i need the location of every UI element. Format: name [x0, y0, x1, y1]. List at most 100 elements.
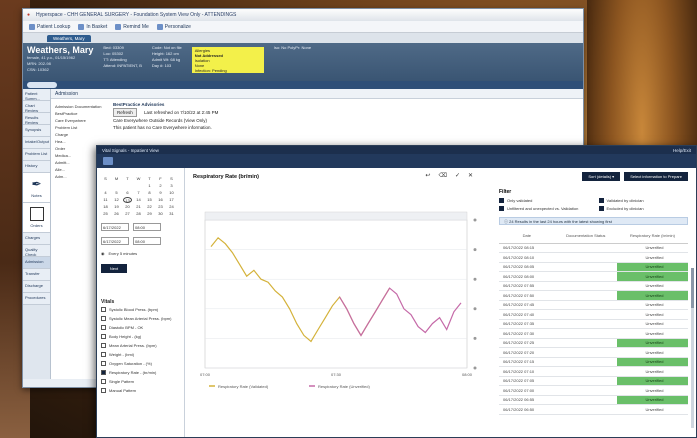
- filter-option[interactable]: Excluded by clinician: [598, 206, 689, 211]
- calendar-day[interactable]: 15: [145, 197, 154, 203]
- calendar-day[interactable]: 12: [112, 197, 121, 203]
- vital-option[interactable]: Systolic Blood Press. (bpm): [101, 305, 180, 314]
- calendar-day[interactable]: 7: [134, 190, 143, 196]
- calendar-day[interactable]: 16: [156, 197, 165, 203]
- personalize-button[interactable]: Personalize: [156, 23, 191, 30]
- admission-nav-item[interactable]: Hea...: [55, 138, 111, 145]
- admission-nav-item[interactable]: Admission Documentation: [55, 103, 111, 110]
- sidebar-item-procedures[interactable]: Procedures: [23, 293, 50, 305]
- table-row[interactable]: 06/17/2022 08:15 Unverified: [499, 243, 688, 253]
- table-row[interactable]: 06/17/2022 07:30 Unverified: [499, 328, 688, 339]
- admission-nav-item[interactable]: Care Everywhere: [55, 117, 111, 124]
- sidebar-item-orders[interactable]: Orders: [23, 203, 50, 233]
- date-calendar[interactable]: S M T W T F S 1 2 3 4 5 6 7 8 9 10 11 12 13 14 15 16 17 18 19 20 21…: [101, 176, 180, 217]
- calendar-day[interactable]: 18: [101, 204, 110, 210]
- clear-icon[interactable]: ⌫: [438, 172, 446, 179]
- sidebar-item-transfer[interactable]: Transfer: [23, 269, 50, 281]
- sort-button[interactable]: Sort (details) ▾: [582, 172, 621, 181]
- vital-option[interactable]: Manual Pattern: [101, 386, 180, 395]
- undo-icon[interactable]: ↩: [425, 172, 430, 179]
- table-row[interactable]: 06/17/2022 06:50 Unverified: [499, 404, 688, 415]
- calendar-day[interactable]: 9: [156, 190, 165, 196]
- vital-option[interactable]: Diastolic BPM - OK: [101, 323, 180, 332]
- check-icon[interactable]: ✓: [455, 172, 460, 179]
- table-row[interactable]: 06/17/2022 07:00 Unverified: [499, 385, 688, 396]
- calendar-day[interactable]: 24: [167, 204, 176, 210]
- table-row[interactable]: 06/17/2022 07:20 Unverified: [499, 347, 688, 358]
- calendar-day[interactable]: 28: [134, 211, 143, 217]
- vital-option[interactable]: Systolic Mean Arterial Press. (bpm): [101, 314, 180, 323]
- close-icon[interactable]: ✕: [468, 172, 473, 179]
- calendar-day[interactable]: 21: [134, 204, 143, 210]
- remind-me-button[interactable]: Remind Me: [115, 23, 149, 30]
- calendar-day[interactable]: 13: [123, 197, 132, 203]
- select-info-button[interactable]: Select information to Prepare: [624, 172, 688, 181]
- calendar-day[interactable]: 25: [101, 211, 110, 217]
- sidebar-item-intake-output[interactable]: Intake/Output: [23, 137, 50, 149]
- table-row[interactable]: 06/17/2022 08:00 Unverified: [499, 271, 688, 282]
- column-header-value[interactable]: Respiratory Rate (br/min): [616, 229, 688, 244]
- calendar-day[interactable]: [123, 183, 132, 189]
- sidebar-item-results-review[interactable]: Results Review: [23, 113, 50, 125]
- table-row[interactable]: 06/17/2022 08:05 Unverified: [499, 262, 688, 272]
- sidebar-item-charges[interactable]: Charges: [23, 233, 50, 245]
- app-icon[interactable]: [103, 157, 113, 165]
- calendar-day[interactable]: 20: [123, 204, 132, 210]
- calendar-day[interactable]: 26: [112, 211, 121, 217]
- calendar-day[interactable]: 11: [101, 197, 110, 203]
- sidebar-item-chart-review[interactable]: Chart Review: [23, 101, 50, 113]
- respiratory-rate-chart[interactable]: 07:00 07:30 08:00 Respiratory Rate (Validat…: [191, 196, 481, 396]
- from-date-input[interactable]: 6/17/2022: [101, 223, 129, 231]
- vital-option[interactable]: Oxygen Saturation - (%): [101, 359, 180, 368]
- table-row[interactable]: 06/17/2022 07:05 Unverified: [499, 376, 688, 386]
- table-row[interactable]: 06/17/2022 08:10 Unverified: [499, 252, 688, 263]
- vital-option[interactable]: Body Height - (kg): [101, 332, 180, 341]
- sidebar-item-notes[interactable]: ✒ Notes: [23, 173, 50, 203]
- calendar-day[interactable]: 5: [112, 190, 121, 196]
- sidebar-item-patient-summary[interactable]: Patient Summ...: [23, 89, 50, 101]
- calendar-day[interactable]: 1: [145, 183, 154, 189]
- calendar-day[interactable]: 17: [167, 197, 176, 203]
- calendar-day[interactable]: 2: [156, 183, 165, 189]
- sidebar-item-history[interactable]: History: [23, 161, 50, 173]
- sidebar-item-problem-list[interactable]: Problem List: [23, 149, 50, 161]
- admission-nav-item[interactable]: Charge: [55, 131, 111, 138]
- patient-name[interactable]: Weathers, Mary: [27, 45, 93, 55]
- vital-option[interactable]: Mean Arterial Press. (bpm): [101, 341, 180, 350]
- table-row[interactable]: 06/17/2022 07:10 Unverified: [499, 366, 688, 377]
- allergy-box[interactable]: Allergies Not Addressed Isolation None I…: [191, 47, 264, 73]
- calendar-day[interactable]: 6: [123, 190, 132, 196]
- results-scrollbar[interactable]: [691, 268, 694, 428]
- calendar-day[interactable]: 19: [112, 204, 121, 210]
- calendar-day[interactable]: [112, 183, 121, 189]
- refresh-button[interactable]: Refresh: [113, 108, 137, 117]
- sidebar-item-quality-check[interactable]: Quality Check: [23, 245, 50, 257]
- table-row[interactable]: 06/17/2022 07:35 Unverified: [499, 319, 688, 329]
- table-row[interactable]: 06/17/2022 07:55 Unverified: [499, 281, 688, 291]
- vital-option[interactable]: Weight - (bmi): [101, 350, 180, 359]
- calendar-day[interactable]: 27: [123, 211, 132, 217]
- calendar-day[interactable]: 23: [156, 204, 165, 210]
- calendar-day[interactable]: 8: [145, 190, 154, 196]
- sidebar-item-admission[interactable]: Admission: [23, 257, 50, 269]
- sidebar-item-synopsis[interactable]: Synopsis: [23, 125, 50, 137]
- nav-toggle[interactable]: [27, 82, 57, 88]
- table-row[interactable]: 06/17/2022 06:55 Unverified: [499, 395, 688, 405]
- calendar-day[interactable]: 31: [167, 211, 176, 217]
- scrollbar-thumb[interactable]: [691, 268, 694, 308]
- next-button[interactable]: Next: [101, 264, 127, 273]
- column-header-date[interactable]: Date: [499, 229, 555, 244]
- calendar-day[interactable]: 14: [134, 197, 143, 203]
- filter-option[interactable]: Validated by clinician: [598, 198, 689, 203]
- column-header-status[interactable]: Documentation Status: [554, 229, 617, 244]
- in-basket-button[interactable]: In Basket: [78, 23, 107, 30]
- table-row[interactable]: 06/17/2022 07:25 Unverified: [499, 338, 688, 348]
- admission-nav-item[interactable]: BestPractice: [55, 110, 111, 117]
- table-row[interactable]: 06/17/2022 07:15 Unverified: [499, 357, 688, 367]
- vital-option[interactable]: Respiratory Rate - (br/min): [101, 368, 180, 377]
- to-time-input[interactable]: 08:00: [133, 237, 161, 245]
- table-row[interactable]: 06/17/2022 07:50 Unverified: [499, 290, 688, 301]
- calendar-day[interactable]: 3: [167, 183, 176, 189]
- calendar-day[interactable]: [101, 183, 110, 189]
- calendar-day[interactable]: 30: [156, 211, 165, 217]
